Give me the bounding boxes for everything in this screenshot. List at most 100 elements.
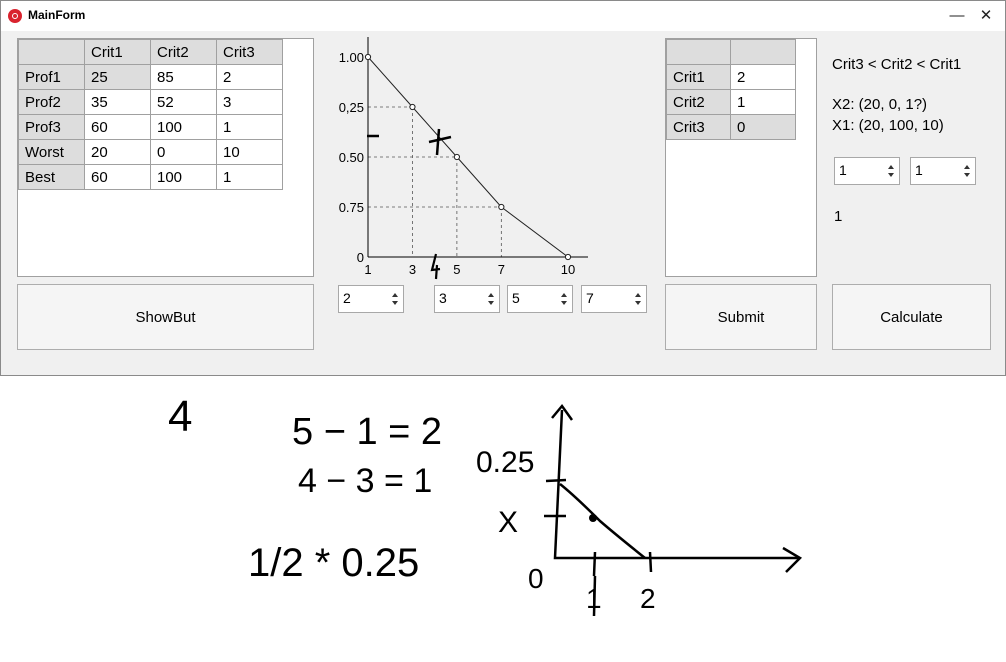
spin-up-icon[interactable] — [888, 165, 894, 169]
y-tick-label: 1.00 — [339, 50, 364, 65]
spin-up-icon[interactable] — [635, 293, 641, 297]
weights-grid[interactable]: Crit1 2 Crit2 1 Crit3 0 — [665, 38, 817, 277]
handwritten-product: 1/2 * 0.25 — [248, 541, 419, 585]
profiles-table: Crit1 Crit2 Crit3 Prof1 25 85 2 Prof2 35… — [18, 39, 283, 190]
spin-down-icon[interactable] — [888, 173, 894, 177]
table-cell[interactable]: 85 — [150, 64, 217, 90]
handwritten-equation-1: 5 − 1 = 2 — [292, 411, 442, 453]
title-bar: MainForm — ✕ — [1, 1, 1005, 31]
table-header-row: Crit1 Crit2 Crit3 — [18, 39, 283, 65]
spin-up-icon[interactable] — [964, 165, 970, 169]
column-header-crit2[interactable]: Crit2 — [150, 39, 217, 65]
table-row: Crit2 1 — [666, 89, 796, 115]
row-header[interactable]: Prof1 — [18, 64, 85, 90]
spin-down-icon[interactable] — [561, 301, 567, 305]
table-cell[interactable]: 2 — [730, 64, 796, 90]
row-header[interactable]: Crit1 — [666, 64, 731, 90]
table-cell[interactable]: 100 — [150, 164, 217, 190]
app-icon — [8, 9, 22, 23]
submit-button[interactable]: Submit — [665, 284, 817, 350]
chart-spinner-3[interactable]: 5 — [507, 285, 573, 313]
y-tick-label: 0.75 — [339, 200, 364, 215]
table-cell[interactable]: 100 — [150, 114, 217, 140]
table-cell[interactable]: 20 — [84, 139, 151, 165]
table-cell[interactable]: 10 — [216, 139, 283, 165]
sketch-tick-label-1: 1 — [586, 583, 602, 614]
spin-up-icon[interactable] — [561, 293, 567, 297]
handwritten-equation-2: 4 − 3 = 1 — [298, 462, 432, 500]
column-header[interactable] — [730, 39, 796, 65]
sketch-curve — [559, 483, 646, 559]
table-row: Prof1 25 85 2 — [18, 64, 283, 90]
spinner-value: 7 — [586, 290, 594, 306]
corner-header — [18, 39, 85, 65]
row-header[interactable]: Worst — [18, 139, 85, 165]
spin-down-icon[interactable] — [392, 301, 398, 305]
sketch-x-label: X — [498, 506, 518, 539]
sketch-point — [589, 514, 597, 522]
chart-series — [364, 53, 572, 261]
table-header-row — [666, 39, 796, 65]
table-cell[interactable]: 52 — [150, 89, 217, 115]
chart-axes — [367, 37, 588, 258]
x-tick-label: 3 — [409, 262, 416, 277]
row-header[interactable]: Best — [18, 164, 85, 190]
row-header[interactable]: Prof3 — [18, 114, 85, 140]
spinner-value: 2 — [343, 290, 351, 306]
spin-down-icon[interactable] — [488, 301, 494, 305]
table-cell[interactable]: 35 — [84, 89, 151, 115]
window-title: MainForm — [28, 8, 86, 22]
table-cell[interactable]: 3 — [216, 89, 283, 115]
profiles-grid[interactable]: Crit1 Crit2 Crit3 Prof1 25 85 2 Prof2 35… — [17, 38, 314, 277]
table-row: Prof2 35 52 3 — [18, 89, 283, 115]
table-cell[interactable]: 60 — [84, 164, 151, 190]
row-header[interactable]: Crit2 — [666, 89, 731, 115]
table-cell[interactable]: 1 — [216, 114, 283, 140]
x-tick-label: 10 — [561, 262, 575, 277]
column-header-crit1[interactable]: Crit1 — [84, 39, 151, 65]
spin-up-icon[interactable] — [392, 293, 398, 297]
table-row: Crit3 0 — [666, 114, 796, 140]
spin-up-icon[interactable] — [488, 293, 494, 297]
table-row: Prof3 60 100 1 — [18, 114, 283, 140]
chart-spinner-4[interactable]: 7 — [581, 285, 647, 313]
data-point — [564, 253, 572, 261]
table-row: Crit1 2 — [666, 64, 796, 90]
data-point — [364, 53, 372, 61]
column-header-crit3[interactable]: Crit3 — [216, 39, 283, 65]
result-spinner-b[interactable]: 1 — [910, 157, 976, 185]
y-tick-label: 0 — [357, 250, 364, 265]
row-header[interactable]: Crit3 — [666, 114, 731, 140]
data-point — [453, 153, 460, 161]
x2-result-label: X2: (20, 0, 1?) — [832, 96, 928, 113]
show-button[interactable]: ShowBut — [17, 284, 314, 350]
chart-guides — [368, 106, 502, 257]
handwritten-number: 4 — [168, 392, 192, 441]
table-cell[interactable]: 1 — [216, 164, 283, 190]
data-point — [409, 103, 416, 111]
minimize-button[interactable]: — — [945, 4, 969, 28]
y-tick-label: 0.50 — [339, 150, 364, 165]
table-cell[interactable]: 2 — [216, 64, 283, 90]
row-header[interactable]: Prof2 — [18, 89, 85, 115]
table-cell[interactable]: 25 — [84, 64, 151, 90]
table-row: Best 60 100 1 — [18, 164, 283, 190]
calculate-button[interactable]: Calculate — [832, 284, 991, 350]
table-cell[interactable]: 0 — [150, 139, 217, 165]
table-cell[interactable]: 60 — [84, 114, 151, 140]
chart-spinner-2[interactable]: 3 — [434, 285, 500, 313]
criteria-order-label: Crit3 < Crit2 < Crit1 — [832, 56, 962, 73]
sketch-origin-label: 0 — [528, 563, 544, 594]
spin-down-icon[interactable] — [635, 301, 641, 305]
x-tick-label: 7 — [498, 262, 505, 277]
table-cell[interactable]: 0 — [730, 114, 796, 140]
main-window: MainForm — ✕ Crit1 Crit2 Crit3 Prof1 25 … — [0, 0, 1006, 376]
result-spinner-a[interactable]: 1 — [834, 157, 900, 185]
table-cell[interactable]: 1 — [730, 89, 796, 115]
chart-spinner-1[interactable]: 2 — [338, 285, 404, 313]
sketch-axes — [553, 409, 800, 560]
handwritten-notes: 4 5 − 1 = 2 4 − 3 = 1 1/2 * 0.25 0.25 X … — [168, 392, 803, 617]
sketch-tick-label-2: 2 — [640, 583, 656, 614]
spin-down-icon[interactable] — [964, 173, 970, 177]
close-button[interactable]: ✕ — [974, 4, 998, 28]
